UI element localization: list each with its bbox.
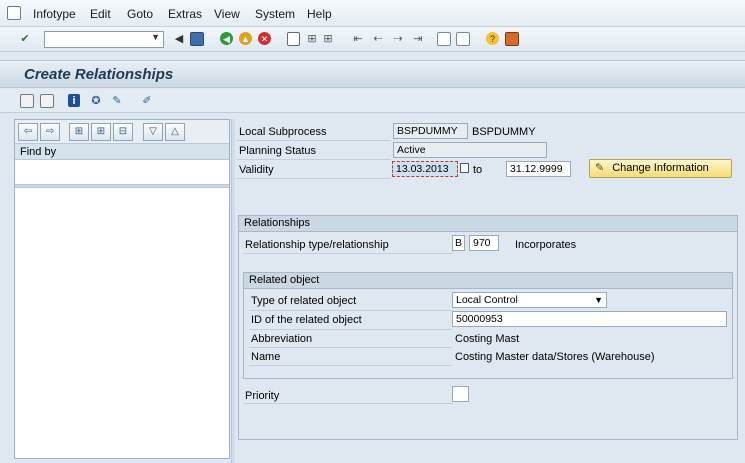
row-separator (243, 253, 453, 254)
menu-goto[interactable]: Goto (127, 7, 153, 21)
local-subprocess-name: BSPDUMMY (472, 126, 536, 138)
id-related-object-label: ID of the related object (251, 314, 362, 326)
chevron-left-icon[interactable]: ◀ (172, 32, 186, 46)
arrow-right-icon[interactable]: ⇨ (40, 123, 60, 141)
next-page-icon[interactable]: ⇢ (391, 32, 405, 46)
arrow-left-icon[interactable]: ⇦ (18, 123, 38, 141)
info-icon[interactable]: i (68, 94, 80, 107)
collapse-object-icon[interactable]: ⊟ (113, 123, 133, 141)
priority-field[interactable] (452, 386, 469, 402)
edit-icon[interactable]: ✎ (110, 94, 124, 108)
standard-toolbar: ✔ ▼ ◀ ◀ ▲ ✕ ⊞ ⊞ ⇤ ⇠ ⇢ ⇥ ? (0, 27, 745, 52)
row-separator (236, 178, 391, 179)
type-of-related-object-select[interactable]: Local Control ▼ (452, 292, 607, 308)
validity-to-label: to (473, 164, 483, 176)
planning-status-label: Planning Status (239, 145, 317, 157)
pane-splitter[interactable] (15, 184, 229, 188)
select-object-icon[interactable]: ⊞ (91, 123, 111, 141)
find-by-header[interactable]: Find by (15, 144, 229, 160)
previous-page-icon[interactable]: ⇠ (371, 32, 385, 46)
chevron-down-icon[interactable]: ▼ (151, 32, 160, 42)
type-of-related-object-label: Type of related object (251, 295, 357, 307)
left-navigation-pane: ⇦ ⇨ ⊞ ⊞ ⊟ ▽ △ Find by (14, 119, 230, 459)
application-toolbar: i ✪ ✎ ✐ (0, 89, 745, 113)
menu-icon[interactable] (7, 6, 21, 20)
new-session-icon[interactable] (437, 32, 451, 46)
relationship-type-label: Relationship type/relationship (245, 239, 389, 251)
relationship-code-field[interactable]: 970 (469, 235, 499, 251)
chevron-down-icon[interactable]: ▼ (594, 293, 603, 307)
vertical-splitter[interactable] (231, 119, 235, 463)
layout-icon[interactable] (505, 32, 519, 46)
row-separator (243, 403, 453, 404)
menu-infotype[interactable]: Infotype (33, 7, 76, 21)
command-field[interactable]: ▼ (44, 31, 164, 48)
row-separator (249, 329, 452, 330)
change-information-button[interactable]: ✎ Change Information (589, 159, 732, 178)
print-icon[interactable] (287, 32, 300, 46)
menu-edit[interactable]: Edit (90, 7, 111, 21)
menu-system[interactable]: System (255, 7, 295, 21)
row-separator (249, 347, 452, 348)
overview-icon[interactable] (20, 94, 34, 108)
calendar-icon[interactable] (460, 163, 469, 173)
display-icon[interactable]: ✪ (89, 94, 103, 108)
list-icon[interactable] (40, 94, 54, 108)
page-title: Create Relationships (24, 66, 174, 83)
menu-extras[interactable]: Extras (168, 7, 202, 21)
last-page-icon[interactable]: ⇥ (411, 32, 425, 46)
help-icon[interactable]: ? (486, 32, 499, 45)
menu-help[interactable]: Help (307, 7, 332, 21)
menu-view[interactable]: View (214, 7, 240, 21)
row-separator (249, 310, 452, 311)
related-object-group-title: Related object (244, 273, 732, 289)
change-information-label: Change Information (612, 162, 709, 174)
local-subprocess-code: BSPDUMMY (393, 123, 468, 139)
validity-to-field[interactable]: 31.12.9999 (506, 161, 571, 177)
row-separator (249, 365, 452, 366)
name-label: Name (251, 351, 281, 363)
collapse-up-icon[interactable]: △ (165, 123, 185, 141)
find-next-icon[interactable]: ⊞ (321, 32, 335, 46)
back-icon[interactable]: ◀ (220, 32, 233, 45)
find-by-label: Find by (20, 146, 57, 158)
expand-down-icon[interactable]: ▽ (143, 123, 163, 141)
planning-status-value: Active (393, 142, 547, 158)
find-object-icon[interactable]: ⊞ (69, 123, 89, 141)
row-separator (236, 159, 391, 160)
validity-label: Validity (239, 164, 274, 176)
validity-from-field[interactable]: 13.03.2013 (392, 161, 458, 177)
type-of-related-object-value: Local Control (456, 294, 518, 306)
pencil-icon[interactable]: ✐ (140, 94, 154, 108)
abbreviation-value: Costing Mast (455, 333, 520, 345)
save-icon[interactable] (190, 32, 204, 46)
relationships-group-title: Relationships (239, 216, 737, 232)
cancel-icon[interactable]: ✕ (258, 32, 271, 45)
relationship-type-code-field[interactable]: B (452, 235, 465, 251)
shortcut-icon[interactable] (456, 32, 470, 46)
priority-label: Priority (245, 390, 280, 402)
left-pane-toolbar: ⇦ ⇨ ⊞ ⊞ ⊟ ▽ △ (15, 120, 229, 144)
name-value: Costing Master data/Stores (Warehouse) (455, 351, 655, 363)
id-related-object-field[interactable]: 50000953 (452, 311, 727, 327)
relationship-text: Incorporates (515, 239, 577, 251)
title-bar: Create Relationships (0, 60, 745, 88)
find-icon[interactable]: ⊞ (305, 32, 319, 46)
exit-icon[interactable]: ▲ (239, 32, 252, 45)
change-info-icon: ✎ (595, 162, 605, 174)
menu-bar: Infotype Edit Goto Extras View System He… (0, 0, 745, 27)
enter-check-icon[interactable]: ✔ (18, 32, 32, 46)
row-separator (236, 140, 391, 141)
local-subprocess-label: Local Subprocess (239, 126, 327, 138)
abbreviation-label: Abbreviation (251, 333, 313, 345)
first-page-icon[interactable]: ⇤ (351, 32, 365, 46)
